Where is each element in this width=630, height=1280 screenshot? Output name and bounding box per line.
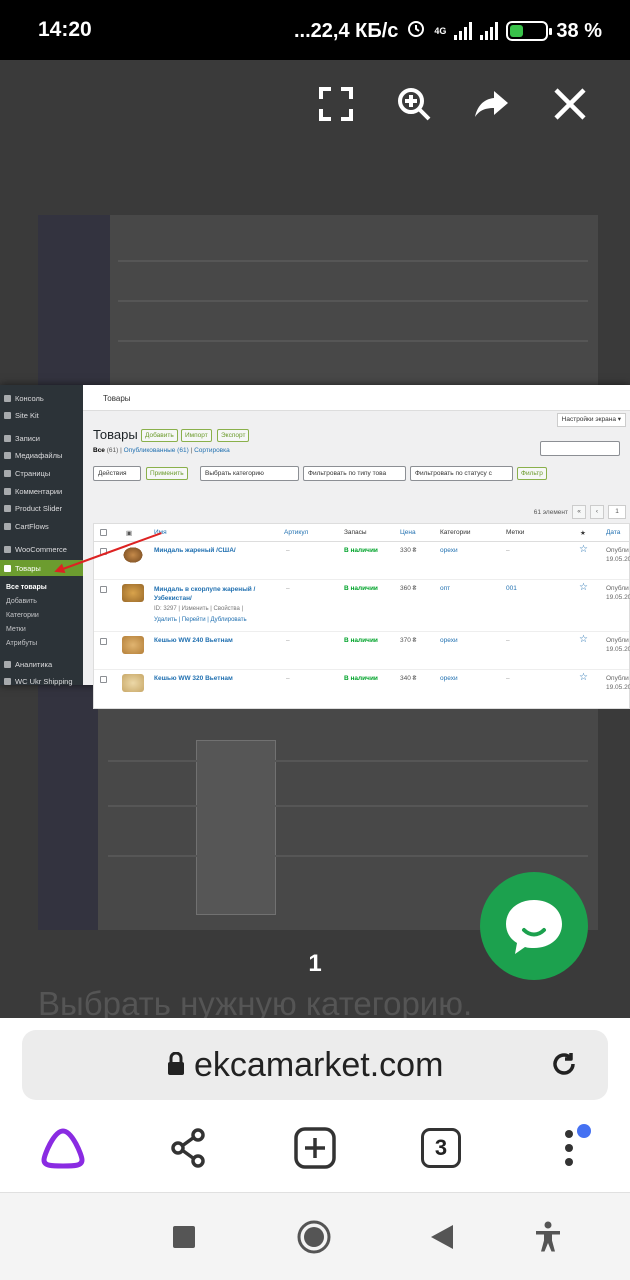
sidebar-item-posts: Записи: [4, 432, 40, 444]
sidebar-item-analytics: Аналитика: [4, 658, 52, 670]
back-icon[interactable]: [420, 1215, 464, 1259]
image-viewer: Консоль Site Kit Записи Медиафайлы Стран…: [0, 60, 630, 1018]
stock-status-select: Фильтровать по статусу с: [410, 466, 513, 481]
import-button: Импорт: [181, 429, 212, 442]
sidebar-sub-add: Добавить: [6, 598, 37, 605]
clock: 14:20: [38, 18, 92, 41]
sidebar-item-woocommerce: WooCommerce: [4, 543, 67, 555]
signal-icon: [454, 22, 473, 40]
products-table: ▣ Имя Артикул Запасы Цена Категории Метк…: [93, 523, 630, 709]
filter-button: Фильтр: [517, 467, 547, 480]
battery-percent: 38 %: [556, 19, 602, 42]
lock-icon: [167, 1051, 185, 1081]
wp-topbar-tab: Товары: [103, 394, 131, 403]
export-button: Экспорт: [217, 429, 250, 442]
tabs-button[interactable]: 3: [415, 1122, 467, 1174]
page-title: Товары: [93, 427, 138, 442]
focused-screenshot[interactable]: Консоль Site Kit Записи Медиафайлы Стран…: [0, 385, 630, 709]
network-type: 4G: [434, 25, 447, 36]
sidebar-item-sitekit: Site Kit: [4, 409, 39, 421]
product-thumbnail: [122, 584, 144, 602]
status-filters: Все (61) | Опубликованные (61) | Сортиро…: [93, 447, 230, 454]
product-thumbnail: [122, 546, 144, 564]
add-button: Добавить: [141, 429, 178, 442]
chat-bubble-icon: [506, 900, 562, 954]
system-navigation-bar: [0, 1192, 630, 1280]
pagination: 61 элемент « ‹ 1: [534, 505, 626, 519]
viewer-toolbar: [316, 84, 590, 124]
browser-bottom-bar: ekcamarket.com 3: [0, 1018, 630, 1192]
address-bar[interactable]: ekcamarket.com: [22, 1030, 608, 1100]
wp-admin-sidebar: Консоль Site Kit Записи Медиафайлы Стран…: [0, 385, 83, 687]
star-icon: ☆: [579, 544, 588, 555]
table-row: Миндаль в скорлупе жареный / Узбекистан/…: [94, 580, 630, 632]
product-thumbnail: [122, 674, 144, 692]
product-thumbnail: [122, 636, 144, 654]
accessibility-icon[interactable]: [526, 1215, 570, 1259]
sidebar-sub-attributes: Атрибуты: [6, 640, 38, 647]
sidebar-item-comments: Комментарии: [4, 485, 62, 497]
alarm-icon: [406, 18, 426, 44]
background-screenshot-top: [38, 215, 598, 385]
close-icon[interactable]: [550, 84, 590, 124]
more-menu-icon[interactable]: [541, 1122, 597, 1174]
share-icon[interactable]: [162, 1122, 214, 1174]
sidebar-sub-tags: Метки: [6, 626, 26, 633]
table-row: Миндаль жареный /США/ – В наличии 330 ₴ …: [94, 542, 630, 580]
star-icon: ☆: [579, 634, 588, 645]
sidebar-item-media: Медиафайлы: [4, 449, 62, 461]
chat-button[interactable]: [480, 872, 588, 980]
signal-2-icon: [480, 22, 499, 40]
home-icon[interactable]: [292, 1215, 336, 1259]
reload-icon[interactable]: [550, 1050, 578, 1083]
star-icon: ☆: [579, 672, 588, 683]
zoom-in-icon[interactable]: [394, 84, 434, 124]
sidebar-sub-all-products: Все товары: [6, 584, 47, 591]
star-icon: ☆: [579, 582, 588, 593]
sidebar-sub-categories: Категории: [6, 612, 39, 619]
recent-apps-icon[interactable]: [162, 1215, 206, 1259]
sidebar-item-cartflows: CartFlows: [4, 520, 49, 532]
sidebar-item-pages: Страницы: [4, 467, 50, 479]
fullscreen-icon[interactable]: [316, 84, 356, 124]
url-text: ekcamarket.com: [194, 1046, 444, 1084]
table-header: ▣ Имя Артикул Запасы Цена Категории Метк…: [94, 524, 629, 542]
network-speed: ...22,4 КБ/с: [293, 19, 399, 42]
status-bar: 14:20 ...22,4 КБ/с 4G 38 %: [0, 0, 630, 60]
apply-button: Применить: [146, 467, 188, 480]
wp-main: Настройки экрана ▾ Товары Добавить Импор…: [83, 411, 630, 709]
alice-assistant-icon[interactable]: [37, 1122, 89, 1174]
sidebar-item-console: Консоль: [4, 392, 44, 404]
image-column-icon: ▣: [126, 530, 133, 537]
notification-dot: [577, 1124, 591, 1138]
category-select: Выбрать категорию: [200, 466, 299, 481]
bulk-actions-select: Действия: [93, 466, 141, 481]
tabs-count: 3: [421, 1128, 461, 1168]
table-row: Кешью WW 320 Вьетнам – В наличии 340 ₴ о…: [94, 670, 630, 708]
product-search-input: [540, 441, 620, 456]
sidebar-item-wc-ukr-shipping: WC Ukr Shipping: [4, 675, 73, 687]
screen-options-button: Настройки экрана ▾: [556, 413, 626, 427]
article-heading-behind: Выбрать нужную категорию.: [38, 985, 473, 1018]
battery-icon: [506, 21, 553, 41]
sidebar-item-product-slider: Product Slider: [4, 502, 62, 514]
sidebar-item-products: Товары: [4, 562, 41, 574]
share-arrow-icon[interactable]: [472, 84, 512, 124]
new-tab-icon[interactable]: [289, 1122, 341, 1174]
table-row: Кешью WW 240 Вьетнам – В наличии 370 ₴ о…: [94, 632, 630, 670]
product-type-select: Фильтровать по типу това: [303, 466, 406, 481]
wp-topbar: Товары: [83, 385, 630, 411]
